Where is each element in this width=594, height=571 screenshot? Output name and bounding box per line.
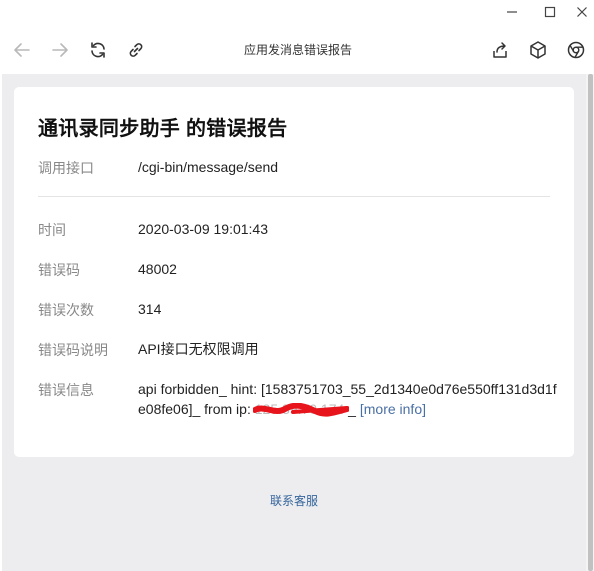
errdesc-value: API接口无权限调用 <box>138 341 259 357</box>
count-label: 错误次数 <box>38 302 94 318</box>
window-titlebar <box>0 0 594 24</box>
link-icon[interactable] <box>124 38 148 62</box>
scrollbar-thumb[interactable] <box>588 74 593 571</box>
divider <box>38 196 550 197</box>
more-info-link[interactable]: [more info] <box>360 401 426 417</box>
time-label: 时间 <box>38 222 66 238</box>
time-value: 2020-03-09 19:01:43 <box>138 221 268 237</box>
contact-support-link[interactable]: 联系客服 <box>2 492 586 509</box>
close-icon[interactable] <box>570 2 594 22</box>
errinfo-value: api forbidden_ hint: [1583751703_55_2d13… <box>138 379 558 419</box>
arrow-right-icon[interactable] <box>48 38 72 62</box>
api-label: 调用接口 <box>38 160 94 176</box>
page-title: 应用发消息错误报告 <box>243 43 352 57</box>
errcode-value: 48002 <box>138 261 177 277</box>
refresh-icon[interactable] <box>86 38 110 62</box>
browser-toolbar: 应用发消息错误报告 <box>0 24 594 74</box>
share-icon[interactable] <box>488 38 512 62</box>
redaction-scribble <box>252 403 349 417</box>
count-value: 314 <box>138 301 162 317</box>
api-value: /cgi-bin/message/send <box>138 159 279 175</box>
errdesc-label: 错误码说明 <box>38 342 108 358</box>
errinfo-label: 错误信息 <box>38 382 94 398</box>
cube-icon[interactable] <box>526 38 550 62</box>
error-report-card: 通讯录同步助手 的错误报告 调用接口 /cgi-bin/message/send… <box>14 87 574 457</box>
report-title: 通讯录同步助手 的错误报告 <box>38 118 288 140</box>
page-content: 通讯录同步助手 的错误报告 调用接口 /cgi-bin/message/send… <box>2 74 586 571</box>
minimize-icon[interactable] <box>500 2 524 22</box>
maximize-icon[interactable] <box>538 2 562 22</box>
errcode-label: 错误码 <box>38 262 80 278</box>
scrollbar[interactable] <box>586 74 594 571</box>
arrow-left-icon[interactable] <box>10 38 34 62</box>
chrome-icon[interactable] <box>564 38 588 62</box>
redacted-ip: 125.89.70.174 <box>252 399 349 419</box>
